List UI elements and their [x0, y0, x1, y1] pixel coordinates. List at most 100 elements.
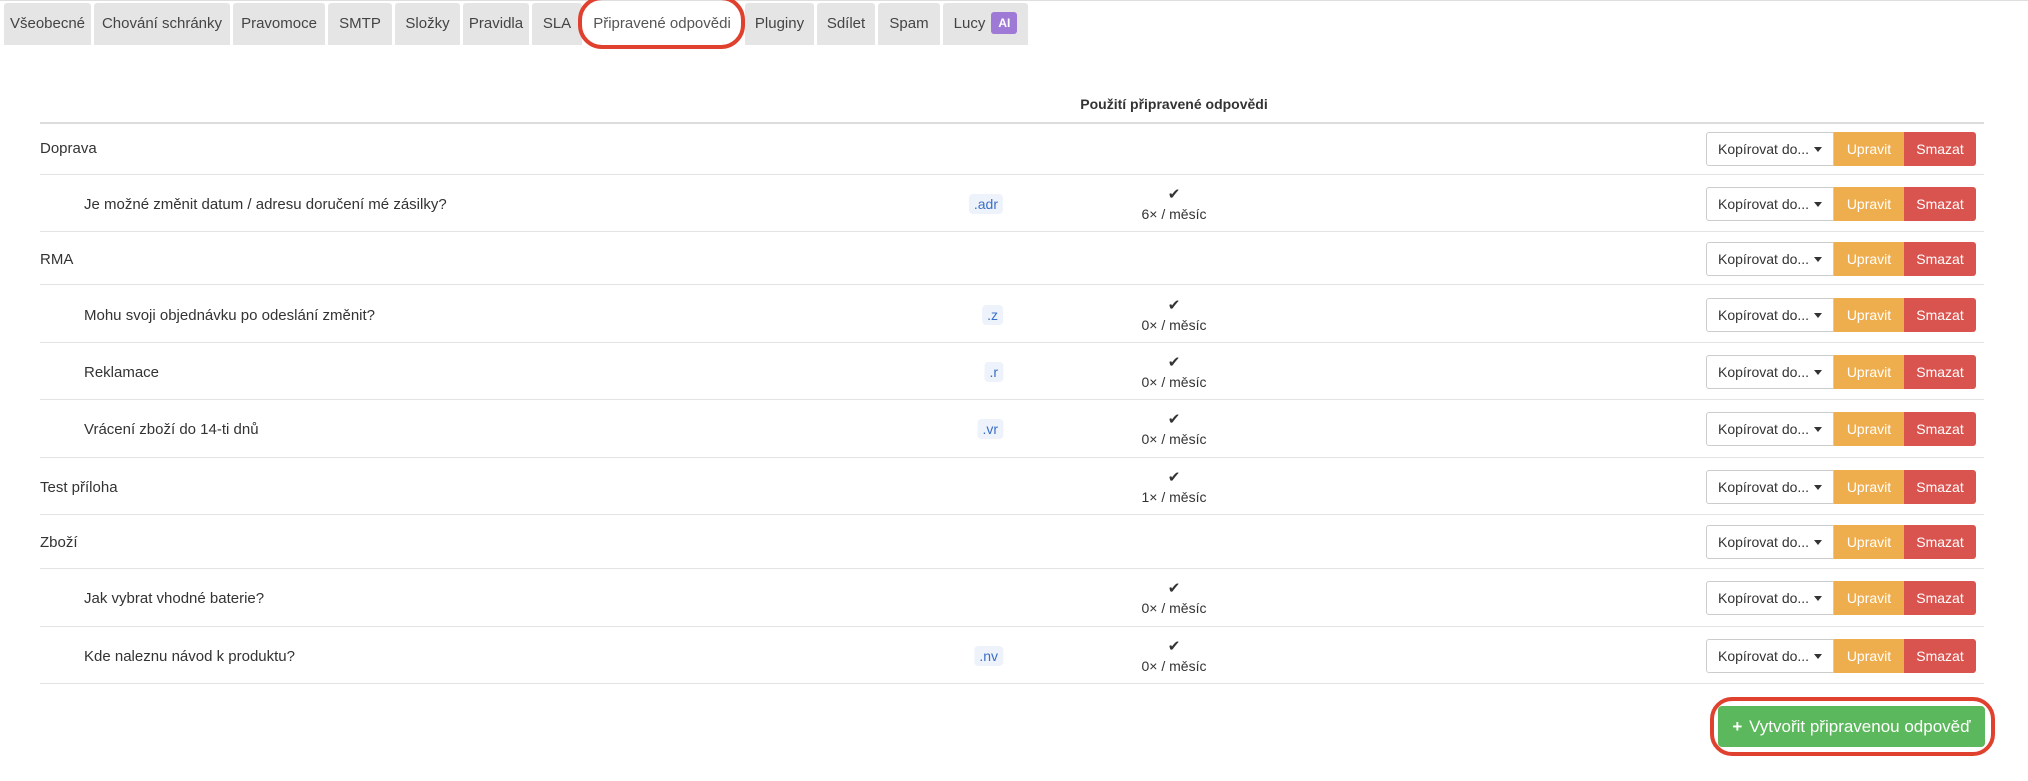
caret-down-icon — [1814, 147, 1822, 152]
row-divider — [40, 683, 1984, 684]
row-divider — [40, 284, 1984, 285]
caret-down-icon — [1814, 654, 1822, 659]
delete-button[interactable]: Smazat — [1904, 470, 1976, 504]
settings-tabs: Všeobecné Chování schránky Pravomoce SMT… — [0, 0, 2028, 45]
usage-count: 6× / měsíc — [1141, 206, 1207, 222]
copy-to-dropdown[interactable]: Kopírovat do... — [1706, 298, 1834, 332]
edit-button[interactable]: Upravit — [1834, 525, 1904, 559]
copy-label: Kopírovat do... — [1718, 534, 1810, 550]
copy-to-dropdown[interactable]: Kopírovat do... — [1706, 412, 1834, 446]
row-name: Vrácení zboží do 14-ti dnů — [84, 421, 259, 438]
copy-to-dropdown[interactable]: Kopírovat do... — [1706, 470, 1834, 504]
edit-button[interactable]: Upravit — [1834, 470, 1904, 504]
check-icon: ✔ — [1167, 469, 1181, 486]
usage-cell: ✔ 0× / měsíc — [1124, 355, 1224, 391]
tab-chovani-schranky[interactable]: Chování schránky — [94, 3, 230, 45]
tab-lucy[interactable]: Lucy AI — [943, 3, 1028, 45]
row-divider — [40, 457, 1984, 458]
row-divider — [40, 626, 1984, 627]
row-name: Mohu svoji objednávku po odeslání změnit… — [84, 307, 376, 324]
copy-to-dropdown[interactable]: Kopírovat do... — [1706, 132, 1834, 166]
copy-to-dropdown[interactable]: Kopírovat do... — [1706, 525, 1834, 559]
delete-button[interactable]: Smazat — [1904, 132, 1976, 166]
row-divider — [40, 399, 1984, 400]
edit-button[interactable]: Upravit — [1834, 132, 1904, 166]
copy-label: Kopírovat do... — [1718, 421, 1810, 437]
copy-to-dropdown[interactable]: Kopírovat do... — [1706, 639, 1834, 673]
header-divider — [40, 122, 1984, 124]
copy-to-dropdown[interactable]: Kopírovat do... — [1706, 581, 1834, 615]
edit-button[interactable]: Upravit — [1834, 412, 1904, 446]
copy-label: Kopírovat do... — [1718, 364, 1810, 380]
delete-button[interactable]: Smazat — [1904, 639, 1976, 673]
delete-button[interactable]: Smazat — [1904, 355, 1976, 389]
check-icon: ✔ — [1167, 186, 1181, 203]
create-label: Vytvořit připravenou odpověď — [1749, 717, 1971, 736]
row-name: Reklamace — [84, 364, 160, 381]
edit-button[interactable]: Upravit — [1834, 639, 1904, 673]
usage-cell: ✔ 0× / měsíc — [1124, 580, 1224, 617]
tab-lucy-label: Lucy — [953, 15, 986, 32]
tab-sdilet[interactable]: Sdílet — [817, 3, 875, 45]
tab-spam[interactable]: Spam — [878, 3, 940, 45]
copy-label: Kopírovat do... — [1718, 479, 1810, 495]
usage-count: 0× / měsíc — [1141, 317, 1207, 333]
delete-button[interactable]: Smazat — [1904, 298, 1976, 332]
check-icon: ✔ — [1167, 297, 1181, 314]
shortcut-badge: .r — [984, 362, 1003, 382]
tab-slozky[interactable]: Složky — [395, 3, 460, 45]
row-divider — [40, 231, 1984, 232]
usage-count: 0× / měsíc — [1141, 431, 1207, 447]
create-prepared-reply-button[interactable]: + Vytvořit připravenou odpověď — [1718, 706, 1985, 747]
shortcut-badge: .vr — [977, 419, 1003, 439]
shortcut-badge: .adr — [968, 194, 1003, 214]
edit-button[interactable]: Upravit — [1834, 298, 1904, 332]
plus-icon: + — [1732, 717, 1743, 736]
copy-to-dropdown[interactable]: Kopírovat do... — [1706, 187, 1834, 221]
delete-button[interactable]: Smazat — [1904, 412, 1976, 446]
copy-to-dropdown[interactable]: Kopírovat do... — [1706, 242, 1834, 276]
row-divider — [40, 342, 1984, 343]
edit-button[interactable]: Upravit — [1834, 242, 1904, 276]
usage-cell: ✔ 0× / měsíc — [1124, 411, 1224, 448]
copy-label: Kopírovat do... — [1718, 307, 1810, 323]
caret-down-icon — [1814, 257, 1822, 262]
tab-vseobecne[interactable]: Všeobecné — [4, 3, 91, 45]
shortcut-badge: .nv — [974, 646, 1003, 666]
usage-cell: ✔ 1× / měsíc — [1124, 469, 1224, 506]
edit-button[interactable]: Upravit — [1834, 581, 1904, 615]
copy-to-dropdown[interactable]: Kopírovat do... — [1706, 355, 1834, 389]
check-icon: ✔ — [1167, 411, 1181, 428]
usage-cell: ✔ 0× / měsíc — [1124, 638, 1224, 675]
usage-count: 0× / měsíc — [1141, 374, 1207, 390]
delete-button[interactable]: Smazat — [1904, 187, 1976, 221]
tab-pravidla[interactable]: Pravidla — [463, 3, 529, 45]
row-divider — [40, 174, 1984, 175]
caret-down-icon — [1814, 485, 1822, 490]
row-name: Test příloha — [40, 479, 118, 496]
delete-button[interactable]: Smazat — [1904, 525, 1976, 559]
edit-button[interactable]: Upravit — [1834, 187, 1904, 221]
delete-button[interactable]: Smazat — [1904, 242, 1976, 276]
copy-label: Kopírovat do... — [1718, 590, 1810, 606]
ai-badge: AI — [991, 12, 1018, 35]
caret-down-icon — [1814, 540, 1822, 545]
caret-down-icon — [1814, 596, 1822, 601]
row-name: Zboží — [40, 534, 78, 551]
row-divider — [40, 568, 1984, 569]
tab-sla[interactable]: SLA — [532, 3, 582, 45]
row-name: Doprava — [40, 140, 97, 157]
usage-cell: ✔ 0× / měsíc — [1124, 297, 1224, 334]
tab-pravomoce[interactable]: Pravomoce — [233, 3, 325, 45]
caret-down-icon — [1814, 313, 1822, 318]
tab-pripravene-odpovedi[interactable]: Připravené odpovědi — [585, 3, 739, 45]
shortcut-badge: .z — [982, 305, 1003, 325]
check-icon: ✔ — [1167, 638, 1181, 655]
usage-count: 0× / měsíc — [1141, 600, 1207, 616]
tab-smtp[interactable]: SMTP — [328, 3, 392, 45]
tab-pluginy[interactable]: Pluginy — [745, 3, 814, 45]
edit-button[interactable]: Upravit — [1834, 355, 1904, 389]
delete-button[interactable]: Smazat — [1904, 581, 1976, 615]
check-icon: ✔ — [1167, 580, 1181, 597]
copy-label: Kopírovat do... — [1718, 141, 1810, 157]
